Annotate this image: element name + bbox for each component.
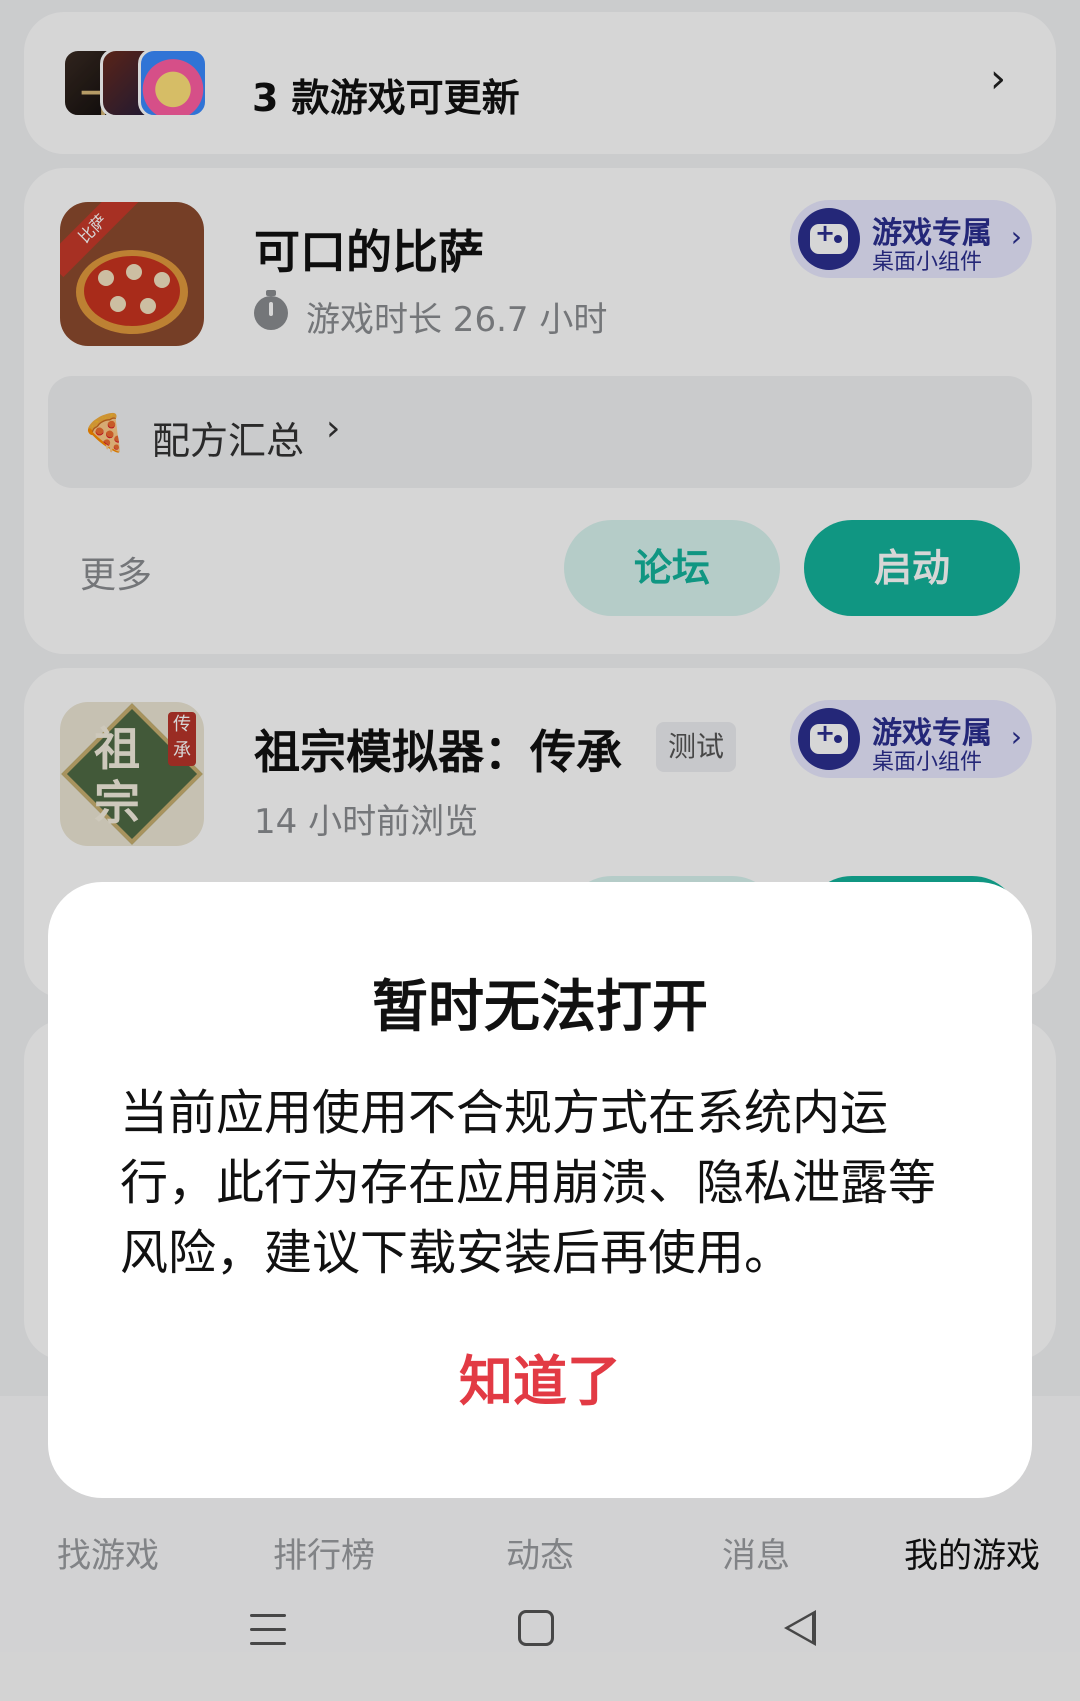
dialog-message: 当前应用使用不合规方式在系统内运行，此行为存在应用崩溃、隐私泄露等风险，建议下载… xyxy=(120,1085,937,1281)
got-it-button[interactable]: 知道了 xyxy=(400,1342,680,1422)
my-games-page: 十 3 款游戏可更新 › 比萨 可口的比萨 游戏时长 26.7 小时 xyxy=(0,0,1080,1701)
dialog-title: 暂时无法打开 xyxy=(372,975,708,1040)
cannot-open-dialog: 暂时无法打开 当前应用使用不合规方式在系统内运行，此行为存在应用崩溃、隐私泄露等… xyxy=(48,882,1032,1498)
